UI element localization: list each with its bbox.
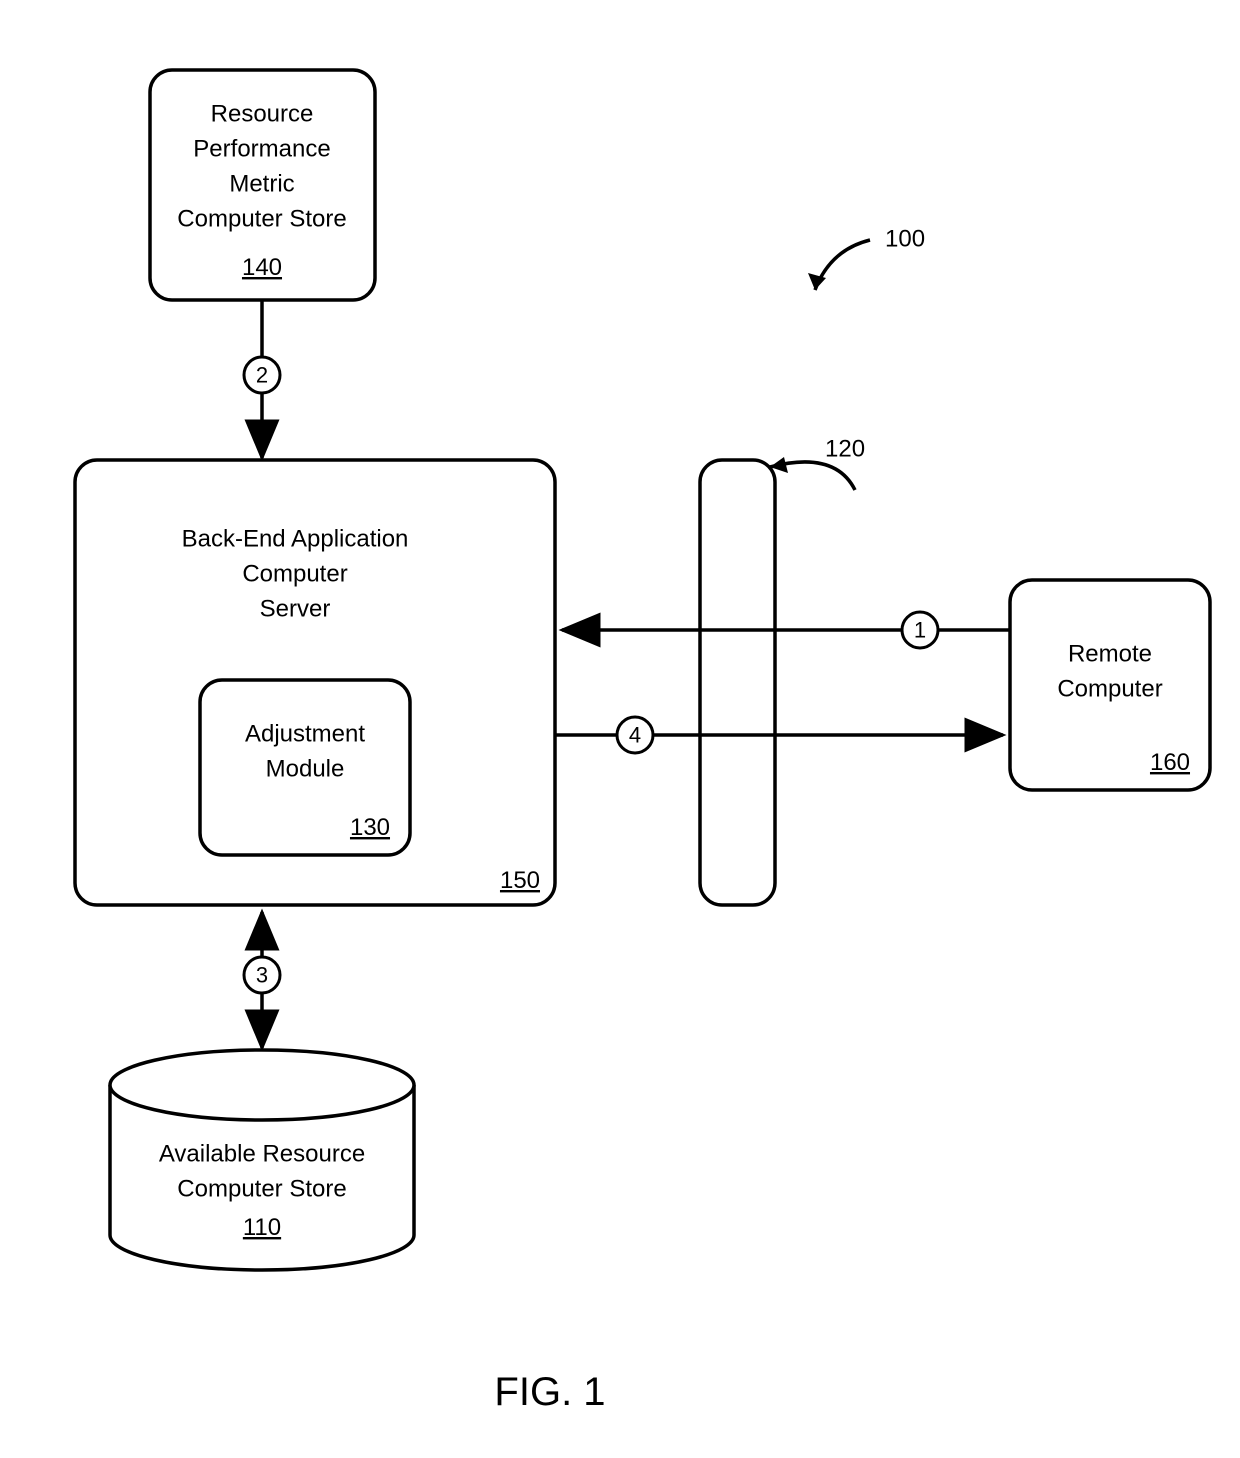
firewall-ref: 120: [825, 435, 865, 462]
adjustment-line2: Module: [266, 755, 345, 782]
connector-2: 2: [244, 300, 280, 458]
firewall-leader: 120: [770, 435, 865, 490]
step-3-label: 3: [256, 963, 268, 988]
figure-caption: FIG. 1: [494, 1370, 605, 1414]
system-diagram: Resource Performance Metric Computer Sto…: [0, 0, 1240, 1458]
resource-metric-store-box: Resource Performance Metric Computer Sto…: [150, 70, 375, 300]
adjustment-line1: Adjustment: [245, 720, 365, 747]
resource-metric-line2: Performance: [193, 135, 330, 162]
available-ref: 110: [243, 1214, 281, 1241]
step-4-label: 4: [629, 723, 641, 748]
adjustment-module-box: Adjustment Module 130: [200, 680, 410, 855]
resource-metric-line1: Resource: [211, 100, 314, 127]
available-resource-store-cylinder: Available Resource Computer Store 110: [110, 1050, 414, 1270]
remote-ref: 160: [1150, 749, 1190, 776]
connector-3: 3: [244, 912, 280, 1048]
backend-ref: 150: [500, 867, 540, 894]
available-line2: Computer Store: [177, 1175, 346, 1202]
remote-line2: Computer: [1057, 675, 1162, 702]
figure-reference: 100: [808, 225, 925, 290]
backend-line1: Back-End Application: [182, 525, 409, 552]
remote-line1: Remote: [1068, 640, 1152, 667]
connector-4: 4: [555, 717, 1003, 753]
firewall-bar: [700, 460, 775, 905]
backend-line2: Computer: [242, 560, 347, 587]
resource-metric-ref: 140: [242, 254, 282, 281]
resource-metric-line3: Metric: [229, 170, 294, 197]
backend-line3: Server: [260, 595, 331, 622]
step-2-label: 2: [256, 363, 268, 388]
figure-ref-label: 100: [885, 225, 925, 252]
step-1-label: 1: [914, 618, 926, 643]
adjustment-ref: 130: [350, 814, 390, 841]
connector-1: 1: [562, 612, 1010, 648]
resource-metric-line4: Computer Store: [177, 205, 346, 232]
available-line1: Available Resource: [159, 1140, 365, 1167]
remote-computer-box: Remote Computer 160: [1010, 580, 1210, 790]
